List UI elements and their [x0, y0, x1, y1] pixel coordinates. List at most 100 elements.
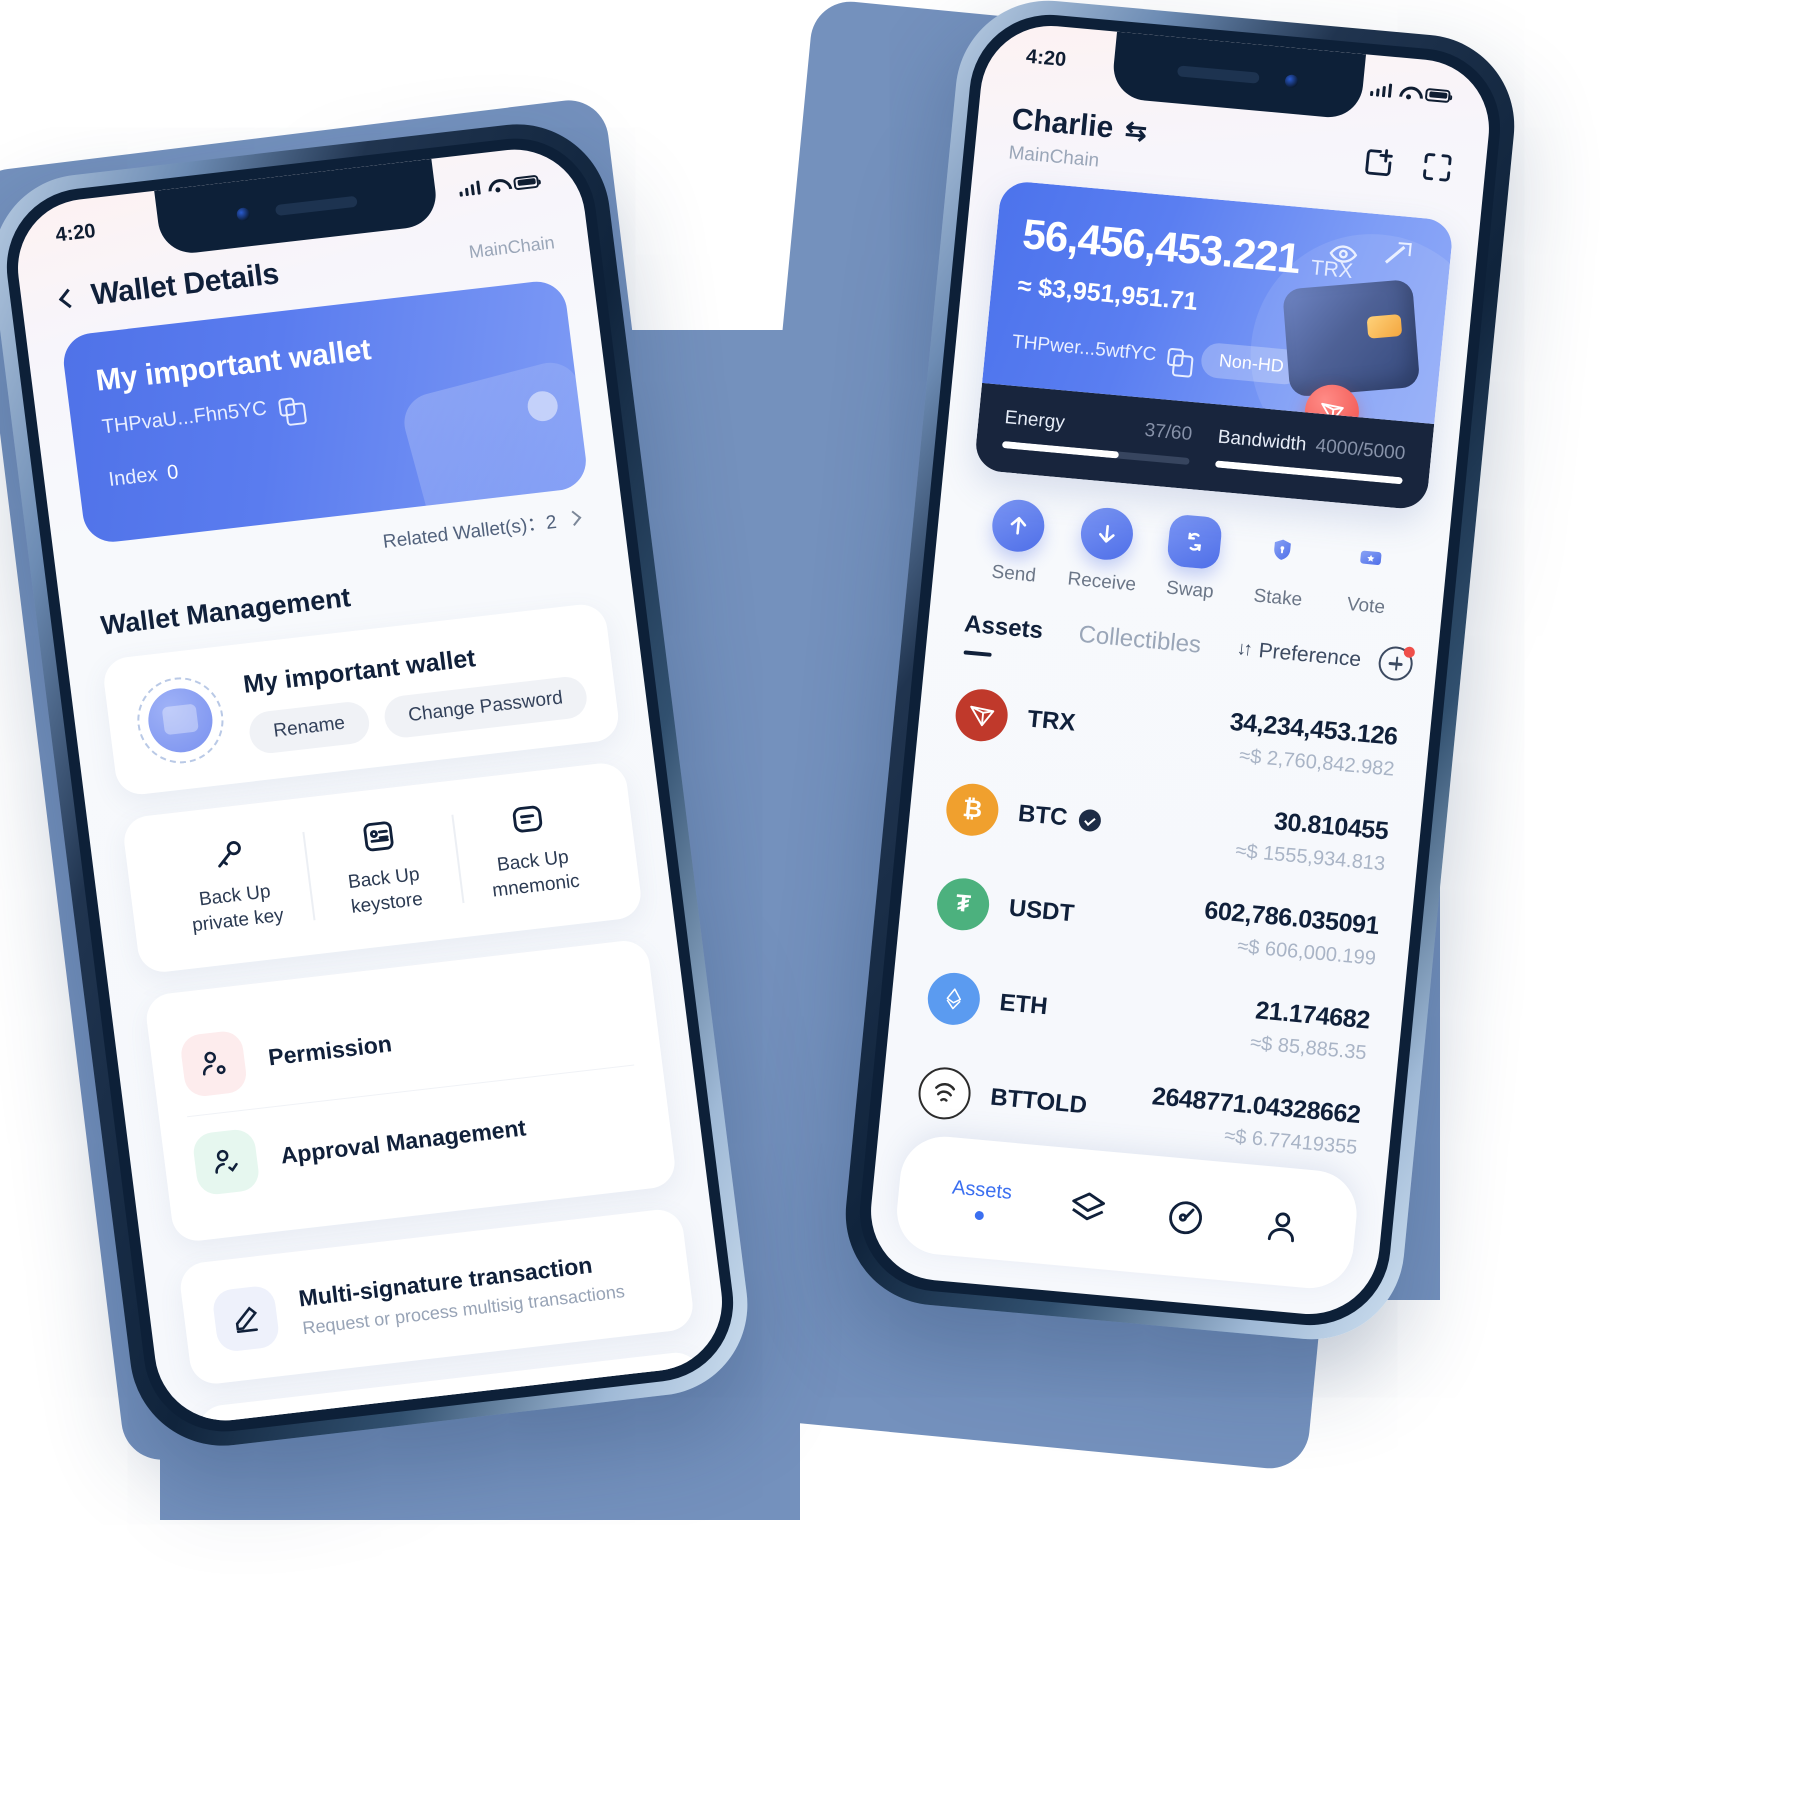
- wallet-address: THPvaU...Fhn5YC: [100, 397, 268, 439]
- action-label: Receive: [1066, 568, 1138, 596]
- cellular-signal-icon: [1369, 80, 1393, 98]
- nav-item-profile[interactable]: [1261, 1205, 1305, 1248]
- wallet-details-body: Wallet Details MainChain My important wa…: [18, 208, 730, 1428]
- avatar[interactable]: [132, 672, 229, 768]
- external-link-icon[interactable]: [1383, 241, 1411, 269]
- resource-label: Bandwidth: [1216, 426, 1308, 456]
- rename-button[interactable]: Rename: [247, 699, 372, 755]
- nav-item-layers[interactable]: [1066, 1187, 1110, 1230]
- wifi-icon: [487, 177, 507, 193]
- switch-account-icon[interactable]: ⇆: [1124, 114, 1149, 146]
- approval-user-check-icon: [191, 1128, 261, 1197]
- wallet-3d-illustration: [1282, 278, 1421, 398]
- profile-icon: [1268, 1212, 1295, 1243]
- layers-icon: [1072, 1192, 1106, 1221]
- bitcoin-icon: ₿: [943, 781, 1001, 838]
- phone-bezel: 4:20 Charlie ⇆ MainChain 56,456,453.221 …: [852, 7, 1508, 1333]
- action-receive[interactable]: Receive: [1057, 504, 1153, 598]
- asset-values: 602,786.035091 ≈$ 606,000.199: [1200, 896, 1380, 971]
- action-label: Swap: [1165, 577, 1215, 603]
- asset-symbol: BTTOLD: [989, 1083, 1089, 1119]
- menu-title: Approval Management: [279, 1114, 528, 1169]
- resource-energy[interactable]: Energy 37/60: [1001, 407, 1193, 465]
- menu-item-multisig[interactable]: Multi-signature transaction Request or p…: [209, 1236, 665, 1357]
- menu-title: Permission: [266, 1030, 394, 1071]
- status-icons: [1369, 80, 1451, 103]
- menu-text: Permission: [267, 1030, 394, 1071]
- eye-icon[interactable]: [1327, 238, 1360, 271]
- verified-badge-icon: [1078, 808, 1103, 832]
- permissions-card: Permission Approval Management: [143, 938, 678, 1244]
- action-label: Send: [990, 561, 1037, 587]
- backup-private-key-button[interactable]: Back Up private key: [152, 824, 314, 946]
- action-send[interactable]: Send: [969, 496, 1065, 590]
- ticket-star-icon: [1342, 530, 1399, 586]
- scan-qr-icon[interactable]: [1418, 148, 1457, 187]
- asset-fiat: ≈$ 85,885.35: [1249, 1031, 1368, 1065]
- resource-progress-bar: [1001, 440, 1190, 465]
- add-token-icon[interactable]: [1377, 645, 1416, 682]
- bittorrent-icon: [916, 1064, 974, 1122]
- action-swap[interactable]: Swap: [1145, 512, 1241, 606]
- shield-lock-icon: [1254, 522, 1311, 578]
- wallet-manage-row: My important wallet Rename Change Passwo…: [132, 631, 590, 768]
- backup-keystore-button[interactable]: Back Up keystore: [301, 807, 463, 929]
- copy-icon[interactable]: [1166, 347, 1185, 367]
- keystore-icon: [363, 821, 394, 852]
- backup-keystore-label: Back Up keystore: [346, 863, 424, 918]
- tab-assets[interactable]: Assets: [963, 610, 1044, 645]
- menu-text: Approval Management: [279, 1114, 527, 1169]
- screenshot-stage: 4:20 Wallet Details MainChain My importa…: [0, 0, 1800, 1800]
- battery-icon: [512, 174, 540, 190]
- asset-values: 2648771.04328662 ≈$ 6.77419355: [1148, 1082, 1362, 1160]
- screen-wallet-home: 4:20 Charlie ⇆ MainChain 56,456,453.221 …: [864, 19, 1496, 1321]
- wallet-home-body: Charlie ⇆ MainChain 56,456,453.221 TRX ≈…: [869, 86, 1489, 1276]
- action-stake[interactable]: Stake: [1233, 520, 1329, 614]
- asset-symbol: BTC: [1017, 799, 1103, 834]
- resource-value: 4000/5000: [1314, 435, 1407, 465]
- battery-icon: [1424, 87, 1451, 103]
- active-indicator-dot: [974, 1210, 985, 1220]
- index-value: 0: [165, 461, 180, 485]
- resource-bandwidth[interactable]: Bandwidth 4000/5000: [1214, 427, 1406, 485]
- chevron-left-icon[interactable]: [58, 288, 79, 309]
- index-label: Index: [107, 463, 159, 491]
- arrow-up-icon: [990, 497, 1047, 555]
- wallet-address-row[interactable]: THPwer...5wtfYC: [1011, 331, 1185, 368]
- resource-line: Energy 37/60: [1004, 407, 1193, 446]
- pencil-icon: [211, 1284, 281, 1354]
- tron-logo-icon: [953, 686, 1011, 743]
- swap-icon: [1166, 513, 1224, 571]
- cellular-signal-icon: [458, 179, 481, 197]
- tether-icon: ₮: [934, 875, 992, 933]
- backup-private-key-label: Back Up private key: [190, 881, 285, 936]
- chain-label: MainChain: [1007, 142, 1101, 172]
- add-box-icon[interactable]: [1360, 142, 1399, 181]
- resource-progress-bar: [1214, 460, 1403, 485]
- asset-amount: 21.174682: [1254, 996, 1372, 1035]
- account-name-row[interactable]: Charlie ⇆: [1010, 103, 1148, 149]
- backup-mnemonic-button[interactable]: Back Up mnemonic: [450, 790, 612, 912]
- asset-values: 21.174682 ≈$ 85,885.35: [1249, 996, 1371, 1065]
- preference-button[interactable]: ↓↑ Preference: [1235, 637, 1363, 672]
- action-label: Stake: [1252, 585, 1304, 611]
- preference-label: Preference: [1257, 639, 1363, 672]
- resource-value: 37/60: [1143, 419, 1194, 446]
- copy-icon[interactable]: [277, 396, 296, 417]
- balance-top: 56,456,453.221 TRX ≈ $3,951,951.71 THPwe…: [982, 179, 1455, 425]
- balance-card: 56,456,453.221 TRX ≈ $3,951,951.71 THPwe…: [973, 179, 1455, 511]
- asset-amount: 30.810455: [1272, 807, 1390, 846]
- action-vote[interactable]: Vote: [1321, 528, 1417, 622]
- asset-symbol: ETH: [998, 988, 1049, 1020]
- sort-icon: ↓↑: [1235, 638, 1251, 661]
- nav-item-assets[interactable]: Assets: [949, 1176, 1013, 1222]
- nav-item-discover[interactable]: [1163, 1196, 1207, 1239]
- balance-amount: 56,456,453.221: [1020, 210, 1302, 283]
- resource-line: Bandwidth 4000/5000: [1217, 427, 1406, 466]
- backup-card: Back Up private key Back Up keystore Back …: [121, 760, 644, 975]
- change-password-button[interactable]: Change Password: [381, 674, 590, 740]
- app-bar-left: Wallet Details: [56, 257, 281, 316]
- nav-label: Assets: [951, 1176, 1014, 1204]
- asset-fiat: ≈$ 1555,934.813: [1234, 839, 1387, 876]
- backup-mnemonic-label: Back Up mnemonic: [491, 846, 581, 902]
